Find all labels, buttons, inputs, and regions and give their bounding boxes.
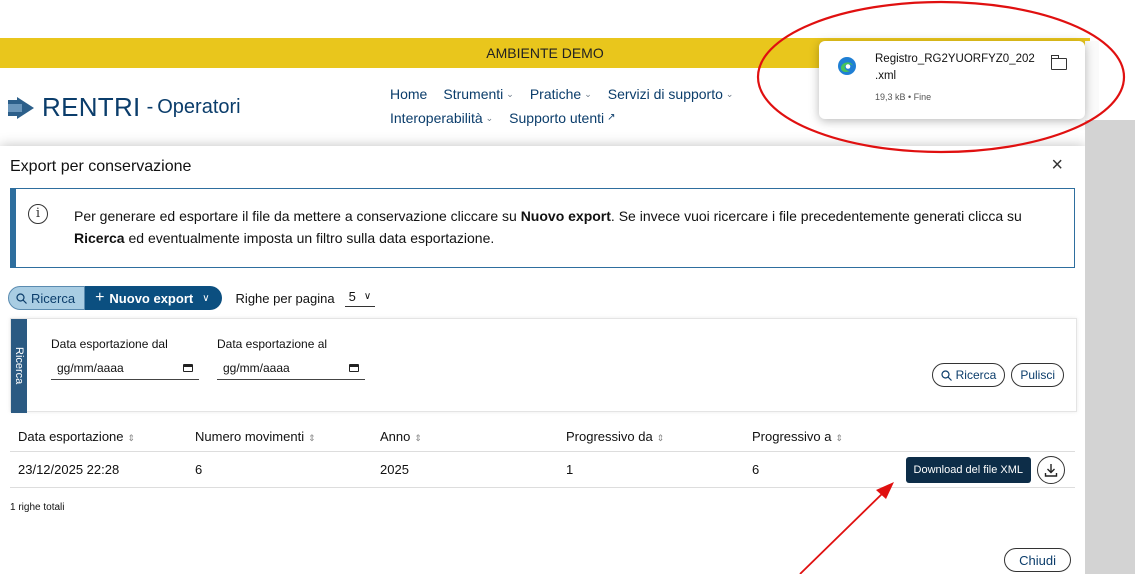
cell-actions: Download del file XML xyxy=(896,455,1075,484)
chevron-down-icon: ⌄ xyxy=(485,113,494,123)
download-filename: Registro_RG2YUORFYZ0_202 .xml xyxy=(875,53,1035,82)
column-header-progressivo-a[interactable]: Progressivo a ⇕ xyxy=(752,429,896,444)
chevron-down-icon: ∨ xyxy=(202,292,210,304)
brand-subtitle: Operatori xyxy=(157,96,241,118)
nav-item-interoperabilita[interactable]: Interoperabilità ⌄ xyxy=(390,106,493,130)
info-alert: i Per generare ed esportare il file da m… xyxy=(10,188,1075,268)
nav-row-1: Home Strumenti ⌄ Pratiche ⌄ Servizi di sup… xyxy=(390,82,890,106)
toolbar: Ricerca + Nuovo export ∨ Righe per pagin… xyxy=(8,286,376,310)
brand-name: RENTRI xyxy=(42,92,141,122)
date-from-input[interactable]: gg/mm/aaaa xyxy=(51,361,199,380)
filter-actions: Ricerca Pulisci xyxy=(931,363,1064,387)
close-icon[interactable]: × xyxy=(1051,154,1063,177)
table-header: Data esportazione ⇕ Numero movimenti ⇕ Ann… xyxy=(10,422,1075,452)
table-row: 23/12/2025 22:28 6 2025 1 6 Download del… xyxy=(10,452,1075,488)
sort-icon: ⇕ xyxy=(127,433,136,443)
brand-logo[interactable]: RENTRI - Operatori xyxy=(8,92,241,123)
edge-browser-icon xyxy=(838,57,856,75)
cell-movimenti: 6 xyxy=(195,462,203,477)
column-header-movimenti[interactable]: Numero movimenti ⇕ xyxy=(195,429,380,444)
chevron-down-icon: ∨ xyxy=(363,291,372,302)
plus-icon: + xyxy=(95,289,105,306)
clear-button[interactable]: Pulisci xyxy=(1011,363,1064,387)
filter-panel: Ricerca Data esportazione dal gg/mm/aaaa… xyxy=(10,318,1077,413)
cell-progressivo-da: 1 xyxy=(566,462,574,477)
calendar-icon[interactable] xyxy=(183,364,193,372)
column-header-data[interactable]: Data esportazione ⇕ xyxy=(10,429,195,444)
external-link-icon: ↗ xyxy=(607,112,616,123)
cell-data: 23/12/2025 22:28 xyxy=(18,462,120,477)
chevron-down-icon: ⌄ xyxy=(506,89,514,99)
chevron-down-icon: ⌄ xyxy=(725,89,734,99)
search-icon xyxy=(941,369,952,381)
calendar-icon[interactable] xyxy=(349,364,359,372)
nav-row-2: Interoperabilità ⌄ Supporto utenti ↗ xyxy=(390,106,890,130)
ricerca-toggle-button[interactable]: Ricerca xyxy=(8,286,86,310)
cell-progressivo-a: 6 xyxy=(752,462,760,477)
nav-item-supporto[interactable]: Supporto utenti ↗ xyxy=(509,106,615,130)
download-xml-button[interactable]: Download del file XML xyxy=(905,456,1031,483)
search-icon xyxy=(16,292,27,304)
total-rows-text: 1 righe totali xyxy=(10,502,65,513)
chevron-down-icon: ⌄ xyxy=(584,89,592,99)
nav-item-servizi[interactable]: Servizi di supporto ⌄ xyxy=(608,82,734,106)
column-header-anno[interactable]: Anno ⇕ xyxy=(380,429,566,444)
column-header-progressivo-da[interactable]: Progressivo da ⇕ xyxy=(566,429,752,444)
window-edge xyxy=(1085,120,1135,574)
nav-item-pratiche[interactable]: Pratiche ⌄ xyxy=(530,82,592,106)
search-button[interactable]: Ricerca xyxy=(931,363,1006,387)
chiudi-button[interactable]: Chiudi xyxy=(1004,548,1071,572)
info-icon: i xyxy=(28,204,48,224)
export-modal: Export per conservazione × i Per generar… xyxy=(0,146,1085,574)
modal-title: Export per conservazione xyxy=(10,158,192,175)
sort-icon: ⇕ xyxy=(835,433,844,443)
date-to-input[interactable]: gg/mm/aaaa xyxy=(217,361,365,380)
brand-separator: - xyxy=(146,96,154,118)
main-nav: Home Strumenti ⌄ Pratiche ⌄ Servizi di sup… xyxy=(390,82,890,130)
nav-item-home[interactable]: Home xyxy=(390,82,427,106)
rows-per-page-select[interactable]: 5 ∨ xyxy=(344,289,376,307)
download-icon[interactable] xyxy=(1037,455,1065,484)
download-popup[interactable]: Registro_RG2YUORFYZ0_202 .xml 19,3 kB • … xyxy=(819,41,1085,119)
info-text: Per generare ed esportare il file da met… xyxy=(74,208,1022,246)
sort-icon: ⇕ xyxy=(656,433,665,443)
popup-edge xyxy=(1085,41,1099,119)
cell-anno: 2025 xyxy=(380,462,409,477)
export-table: Data esportazione ⇕ Numero movimenti ⇕ Ann… xyxy=(10,422,1075,488)
sort-icon: ⇕ xyxy=(414,433,422,443)
date-from-group: Data esportazione dal gg/mm/aaaa xyxy=(51,337,199,380)
date-from-label: Data esportazione dal xyxy=(51,337,168,351)
nuovo-export-button[interactable]: + Nuovo export ∨ xyxy=(85,286,222,310)
date-to-group: Data esportazione al gg/mm/aaaa xyxy=(217,337,365,380)
rows-per-page-label: Righe per pagina xyxy=(235,290,335,306)
date-to-label: Data esportazione al xyxy=(217,337,328,351)
modal-header: Export per conservazione × xyxy=(0,146,1085,186)
sort-icon: ⇕ xyxy=(308,433,316,443)
nav-item-strumenti[interactable]: Strumenti ⌄ xyxy=(443,82,513,106)
ricerca-side-tab[interactable]: Ricerca xyxy=(11,319,27,413)
download-meta: 19,3 kB • Fine xyxy=(875,92,932,102)
folder-icon[interactable] xyxy=(1050,55,1067,70)
rentri-arrow-icon xyxy=(8,96,34,119)
